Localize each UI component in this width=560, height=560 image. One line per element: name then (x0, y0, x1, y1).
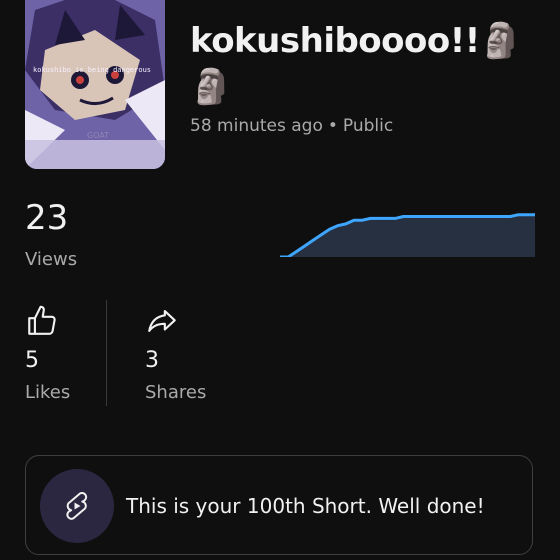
shorts-logo-icon (66, 491, 88, 520)
thumbnail-overlay-text: kokushibo is being dangerous (33, 66, 151, 74)
share-arrow-icon (148, 310, 176, 332)
views-graph[interactable] (280, 205, 535, 257)
thumbnail-artwork: kokushibo is being dangerous GOAT (25, 0, 165, 169)
visibility-status: Public (342, 116, 394, 136)
stats-divider (106, 300, 107, 406)
video-title: kokushiboooo!!🗿🗿 (190, 21, 522, 107)
likes-count: 5 (25, 348, 39, 373)
milestone-icon-circle (40, 469, 114, 543)
views-label: Views (25, 249, 78, 270)
video-thumbnail[interactable]: kokushibo is being dangerous GOAT (25, 0, 165, 169)
shares-label: Shares (145, 382, 207, 403)
thumb-up-icon (28, 305, 56, 335)
likes-stat[interactable]: 5 Likes (25, 300, 135, 410)
shares-count: 3 (145, 348, 159, 373)
upload-time: 58 minutes ago (190, 116, 323, 136)
video-meta: 58 minutes ago • Public (190, 116, 393, 136)
shares-stat[interactable]: 3 Shares (145, 300, 255, 410)
views-count: 23 (25, 198, 69, 238)
milestone-banner[interactable]: This is your 100th Short. Well done! (25, 455, 533, 555)
likes-label: Likes (25, 382, 71, 403)
milestone-message: This is your 100th Short. Well done! (126, 494, 485, 518)
meta-separator: • (327, 116, 338, 136)
thumbnail-watermark: GOAT (87, 131, 109, 140)
